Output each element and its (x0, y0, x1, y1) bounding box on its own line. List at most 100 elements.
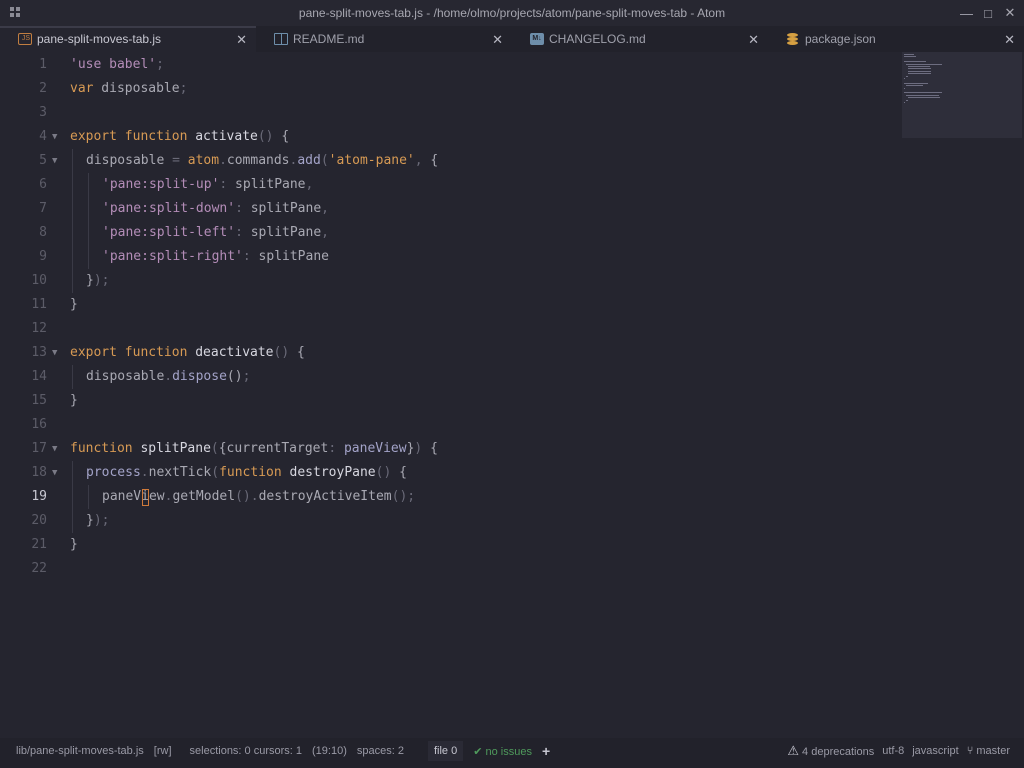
close-tab-icon[interactable]: ✕ (492, 32, 503, 48)
minimap-line (904, 102, 905, 103)
code-line[interactable]: 2 var disposable; (0, 77, 900, 101)
window-title: pane-split-moves-tab.js - /home/olmo/pro… (298, 6, 726, 20)
close-window-icon[interactable]: ✕ (1004, 5, 1016, 21)
code-text: 'pane:split-up': splitPane, (102, 177, 314, 192)
code-line[interactable]: 15} (0, 389, 900, 413)
line-number: 22 (31, 561, 47, 576)
code-line[interactable]: 6 'pane:split-up': splitPane, (0, 173, 900, 197)
code-line[interactable]: 9 'pane:split-right': splitPane (0, 245, 900, 269)
code-line[interactable]: 5 ▼ disposable = atom.commands.add('atom-p… (0, 149, 900, 173)
fold-chevron-icon[interactable]: ▼ (52, 341, 57, 365)
code-line[interactable]: 4 ▼ export function activate() { (0, 125, 900, 149)
code-text: var disposable; (70, 81, 188, 96)
minimap-line (904, 61, 927, 63)
code-line[interactable]: 22 (0, 557, 900, 581)
text-cursor (142, 489, 149, 506)
code-line[interactable]: 1 'use babel'; (0, 53, 900, 77)
indent-guide (88, 245, 89, 269)
minimize-icon[interactable]: — (960, 6, 973, 21)
code-line[interactable]: 17 ▼ function splitPane({currentTarget: pa… (0, 437, 900, 461)
js-file-icon: JS (18, 33, 32, 45)
indent-guide (72, 173, 73, 197)
code-line[interactable]: 7 'pane:split-down': splitPane, (0, 197, 900, 221)
branch-icon: ⑂ (966, 745, 974, 757)
close-tab-icon[interactable]: ✕ (748, 32, 759, 48)
indent-guide (88, 221, 89, 245)
title-bar: pane-split-moves-tab.js - /home/olmo/pro… (0, 0, 1024, 26)
code-text: export function activate() { (70, 129, 290, 144)
indent-guide (88, 197, 89, 221)
deprecations[interactable]: ⚠ 4 deprecations (787, 743, 874, 759)
code-line[interactable]: 18 ▼ process.nextTick(function destroyPane… (0, 461, 900, 485)
code-line[interactable]: 19 paneView.getModel().destroyActiveItem(… (0, 485, 900, 509)
code-text: function splitPane({currentTarget: paneV… (70, 441, 438, 456)
code-line[interactable]: 13 ▼ export function deactivate() { (0, 341, 900, 365)
line-number: 7 (39, 201, 47, 216)
minimap-line (908, 73, 932, 75)
window-controls: — □ ✕ (960, 0, 1016, 26)
linter-status-label: no issues (485, 745, 532, 758)
indent-guide (72, 197, 73, 221)
app-menu-icon[interactable] (10, 7, 22, 19)
add-icon[interactable]: + (542, 743, 550, 759)
cursor-position[interactable]: (19:10) (312, 745, 347, 757)
database-icon (786, 33, 800, 45)
indent-guide (72, 485, 73, 509)
grammar[interactable]: javascript (912, 745, 958, 757)
linter-status[interactable]: ✔ no issues (473, 745, 532, 758)
code-line[interactable]: 16 (0, 413, 900, 437)
maximize-icon[interactable]: □ (982, 6, 994, 21)
indent-guide (72, 221, 73, 245)
line-number: 8 (39, 225, 47, 240)
git-branch[interactable]: ⑂ master (967, 745, 1010, 757)
line-number: 2 (39, 81, 47, 96)
line-number: 17 (31, 441, 47, 456)
tab-label: README.md (293, 32, 365, 46)
line-number: 14 (31, 369, 47, 384)
indent-guide (88, 485, 89, 509)
code-line[interactable]: 20}); (0, 509, 900, 533)
indent-guide (72, 245, 73, 269)
tab-label: CHANGELOG.md (549, 32, 646, 46)
close-tab-icon[interactable]: ✕ (1004, 32, 1015, 48)
line-number: 3 (39, 105, 47, 120)
code-text: } (70, 393, 78, 408)
fold-chevron-icon[interactable]: ▼ (52, 149, 57, 173)
code-line[interactable]: 11} (0, 293, 900, 317)
line-number: 16 (31, 417, 47, 432)
code-editor[interactable]: 1 'use babel'; 2 var disposable; 3 4 ▼ export f… (0, 52, 1024, 738)
branch-label: master (976, 745, 1010, 757)
code-line[interactable]: 3 (0, 101, 900, 125)
line-number: 20 (31, 513, 47, 528)
tab-changelog[interactable]: M↓ CHANGELOG.md ✕ (512, 26, 768, 52)
book-icon (274, 33, 288, 45)
tab-readme[interactable]: README.md ✕ (256, 26, 512, 52)
line-number: 6 (39, 177, 47, 192)
tab-package-json[interactable]: package.json ✕ (768, 26, 1024, 52)
tab-bar: JS pane-split-moves-tab.js ✕ README.md ✕… (0, 26, 1024, 52)
code-line[interactable]: 8 'pane:split-left': splitPane, (0, 221, 900, 245)
code-line[interactable]: 21} (0, 533, 900, 557)
fold-chevron-icon[interactable]: ▼ (52, 437, 57, 461)
code-text: 'pane:split-left': splitPane, (102, 225, 329, 240)
file-encoding[interactable]: utf-8 (882, 745, 904, 757)
indent-guide (72, 149, 73, 173)
minimap[interactable] (902, 52, 1022, 138)
fold-chevron-icon[interactable]: ▼ (52, 125, 57, 149)
markdown-icon: M↓ (530, 33, 544, 45)
close-tab-icon[interactable]: ✕ (236, 32, 247, 48)
file-path[interactable]: lib/pane-split-moves-tab.js (16, 745, 144, 757)
linter-file-count[interactable]: file 0 (427, 741, 464, 761)
code-line[interactable]: 10}); (0, 269, 900, 293)
fold-chevron-icon[interactable]: ▼ (52, 461, 57, 485)
line-number: 21 (31, 537, 47, 552)
tab-pane-split-moves-tab-js[interactable]: JS pane-split-moves-tab.js ✕ (0, 26, 256, 52)
indent-guide (72, 461, 73, 485)
line-number: 11 (31, 297, 47, 312)
indentation[interactable]: spaces: 2 (357, 745, 404, 757)
code-line[interactable]: 12 (0, 317, 900, 341)
selection-count[interactable]: selections: 0 cursors: 1 (190, 745, 303, 757)
code-line[interactable]: 14 disposable.dispose(); (0, 365, 900, 389)
file-mode: [rw] (153, 745, 172, 757)
code-text: 'use babel'; (70, 57, 164, 72)
